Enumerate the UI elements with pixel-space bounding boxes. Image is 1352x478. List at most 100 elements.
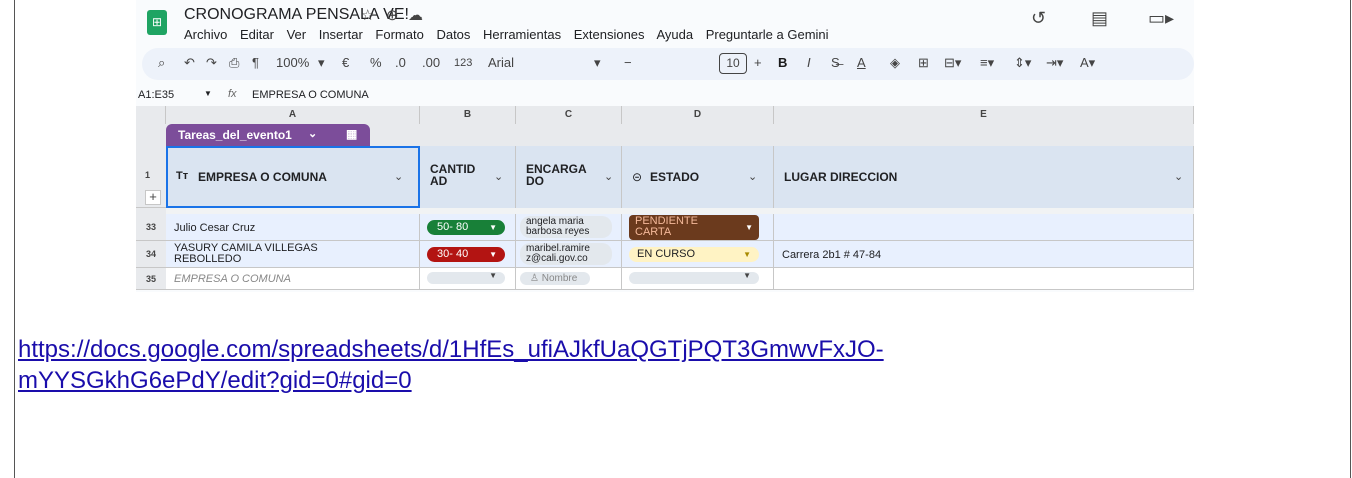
- chevron-down-icon[interactable]: ⌄: [308, 127, 317, 140]
- column-header-b[interactable]: B: [420, 106, 516, 124]
- chevron-down-icon[interactable]: ▼: [204, 89, 212, 98]
- column-header-e[interactable]: E: [774, 106, 1194, 124]
- cantidad-chip[interactable]: 50- 80 ▼: [427, 220, 505, 235]
- text-wrap-icon[interactable]: ⇥▾: [1046, 55, 1063, 71]
- row-header-35[interactable]: 35: [136, 268, 166, 290]
- header-cantidad-label: CANTID AD: [430, 162, 476, 188]
- fill-color-icon[interactable]: ◈: [890, 55, 900, 71]
- cell-estado[interactable]: ▼: [622, 268, 774, 290]
- person-chip-placeholder[interactable]: ♙ Nombre: [520, 272, 590, 285]
- cell-cantidad[interactable]: 50- 80 ▼: [420, 214, 516, 241]
- header-lugar[interactable]: LUGAR DIRECCION ⌄: [774, 146, 1194, 208]
- header-empresa[interactable]: Tт EMPRESA O COMUNA ⌄: [166, 146, 420, 208]
- cloud-status-icon[interactable]: ☁: [408, 6, 423, 24]
- comments-icon[interactable]: ▤: [1091, 8, 1108, 29]
- paint-format-icon[interactable]: ¶: [252, 55, 259, 70]
- menu-extensiones[interactable]: Extensiones: [574, 27, 645, 42]
- chevron-down-icon[interactable]: ⌄: [394, 170, 403, 183]
- cell-empresa[interactable]: Julio Cesar Cruz: [166, 214, 420, 241]
- chevron-down-icon[interactable]: ⌄: [604, 170, 613, 183]
- cell-lugar[interactable]: [774, 214, 1194, 241]
- cell-empresa[interactable]: EMPRESA O COMUNA: [166, 268, 420, 290]
- menu-insertar[interactable]: Insertar: [319, 27, 363, 42]
- menu-gemini[interactable]: Preguntarle a Gemini: [706, 27, 829, 42]
- menu-archivo[interactable]: Archivo: [184, 27, 227, 42]
- menu-datos[interactable]: Datos: [436, 27, 470, 42]
- chevron-down-icon[interactable]: ⌄: [1174, 170, 1183, 183]
- move-icon[interactable]: ⊕: [386, 6, 399, 24]
- search-menus-icon[interactable]: ⌕: [158, 55, 165, 71]
- person-chip[interactable]: angela maria barbosa reyes: [520, 216, 612, 238]
- chevron-down-icon: ▼: [489, 250, 497, 259]
- meet-icon[interactable]: ▭▸: [1148, 8, 1174, 29]
- chevron-down-icon[interactable]: ⌄: [748, 170, 757, 183]
- font-select[interactable]: Arial: [488, 55, 514, 70]
- history-icon[interactable]: ↺: [1031, 8, 1046, 29]
- number-format[interactable]: 123: [454, 57, 472, 69]
- table-grid-icon[interactable]: ▦: [346, 127, 357, 141]
- horizontal-align-icon[interactable]: ≡▾: [980, 55, 994, 71]
- merge-cells-icon[interactable]: ⊟▾: [944, 55, 961, 71]
- text-color-icon[interactable]: A: [857, 55, 866, 70]
- cantidad-chip[interactable]: 30- 40 ▼: [427, 247, 505, 262]
- star-icon[interactable]: ☆: [361, 6, 374, 24]
- column-header-a[interactable]: A: [166, 106, 420, 124]
- cell-empresa[interactable]: YASURY CAMILA VILLEGAS REBOLLEDO: [166, 241, 420, 268]
- menu-formato[interactable]: Formato: [375, 27, 423, 42]
- vertical-align-icon[interactable]: ⇕▾: [1014, 55, 1031, 71]
- estado-chip[interactable]: EN CURSO ▼: [629, 247, 759, 262]
- cell-cantidad[interactable]: ▼: [420, 268, 516, 290]
- cell-lugar[interactable]: [774, 268, 1194, 290]
- formula-input[interactable]: EMPRESA O COMUNA: [252, 89, 369, 101]
- header-encargado[interactable]: ENCARGA DO ⌄: [516, 146, 622, 208]
- chevron-down-icon[interactable]: ▾: [594, 55, 601, 71]
- row-header-34[interactable]: 34: [136, 241, 166, 268]
- empty-dropdown[interactable]: ▼: [427, 271, 505, 284]
- select-all-corner[interactable]: [136, 106, 166, 124]
- cell-estado[interactable]: EN CURSO ▼: [622, 241, 774, 268]
- cell-encargado[interactable]: angela maria barbosa reyes: [516, 214, 622, 241]
- redo-icon[interactable]: ↷: [206, 55, 217, 71]
- cell-lugar[interactable]: Carrera 2b1 # 47-84: [774, 241, 1194, 268]
- cell-encargado[interactable]: ♙ Nombre: [516, 268, 622, 290]
- cell-estado[interactable]: PENDIENTE CARTA ▼: [622, 214, 774, 241]
- row-header-33[interactable]: 33: [136, 214, 166, 241]
- menu-herramientas[interactable]: Herramientas: [483, 27, 561, 42]
- add-row-icon[interactable]: +: [145, 190, 161, 205]
- spreadsheet-link[interactable]: https://docs.google.com/spreadsheets/d/1…: [18, 334, 1318, 396]
- header-estado[interactable]: ⊝ ESTADO ⌄: [622, 146, 774, 208]
- sheets-logo-icon[interactable]: ⊞: [147, 10, 167, 35]
- table-name-chip[interactable]: Tareas_del_evento1 ⌄ ▦: [166, 124, 370, 146]
- zoom-select[interactable]: 100%: [276, 55, 309, 70]
- menu-ver[interactable]: Ver: [287, 27, 307, 42]
- name-box[interactable]: A1:E35: [138, 89, 174, 101]
- row-header-1[interactable]: 1 +: [136, 146, 166, 208]
- undo-icon[interactable]: ↶: [184, 55, 195, 71]
- header-cantidad[interactable]: CANTID AD ⌄: [420, 146, 516, 208]
- strikethrough-icon[interactable]: S̶: [831, 55, 840, 70]
- increase-decimals[interactable]: .00: [422, 55, 440, 70]
- chevron-down-icon[interactable]: ⌄: [494, 170, 503, 183]
- print-icon[interactable]: ⎙: [229, 55, 239, 71]
- column-header-d[interactable]: D: [622, 106, 774, 124]
- estado-chip[interactable]: PENDIENTE CARTA ▼: [629, 215, 759, 240]
- percent-format[interactable]: %: [370, 55, 382, 70]
- bold-button[interactable]: B: [778, 55, 787, 70]
- column-header-c[interactable]: C: [516, 106, 622, 124]
- cell-cantidad[interactable]: 30- 40 ▼: [420, 241, 516, 268]
- empty-dropdown[interactable]: ▼: [629, 271, 759, 284]
- menu-editar[interactable]: Editar: [240, 27, 274, 42]
- font-size-input[interactable]: 10: [719, 53, 747, 74]
- text-rotation-icon[interactable]: A▾: [1080, 55, 1095, 71]
- currency-format[interactable]: €: [342, 55, 349, 70]
- increase-font-size[interactable]: +: [754, 55, 762, 70]
- italic-button[interactable]: I: [807, 55, 811, 70]
- menu-ayuda[interactable]: Ayuda: [656, 27, 693, 42]
- borders-icon[interactable]: ⊞: [918, 55, 929, 71]
- cell-encargado[interactable]: maribel.ramire z@cali.gov.co: [516, 241, 622, 268]
- decrease-decimals[interactable]: .0: [395, 55, 406, 70]
- decrease-font-size[interactable]: −: [624, 55, 632, 70]
- chevron-down-icon[interactable]: ▾: [318, 55, 325, 71]
- person-chip[interactable]: maribel.ramire z@cali.gov.co: [520, 243, 612, 265]
- document-title[interactable]: CRONOGRAMA PENSALA VE!: [184, 6, 409, 24]
